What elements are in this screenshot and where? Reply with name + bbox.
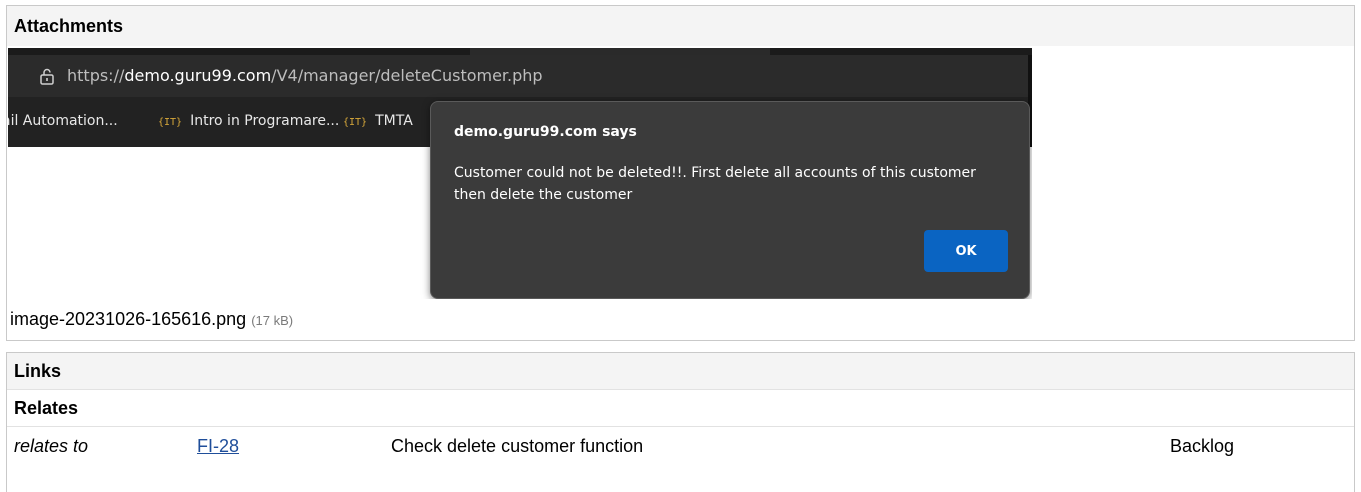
browser-address-bar: https://demo.guru99.com/V4/manager/delet…	[8, 55, 1032, 97]
bookmark-favicon-icon: {IT}	[343, 117, 368, 128]
bookmark-item: ail Automation...	[8, 113, 118, 129]
dialog-title: demo.guru99.com says	[454, 124, 637, 140]
bookmark-favicon-icon: {IT}	[158, 117, 183, 128]
linked-issue-key[interactable]: FI-28	[197, 436, 239, 457]
lock-icon	[40, 68, 54, 85]
linked-issue-status: Backlog	[1170, 436, 1235, 456]
links-panel: Links Relates relates to FI-28 Check del…	[6, 352, 1355, 492]
address-url: https://demo.guru99.com/V4/manager/delet…	[67, 66, 543, 85]
attachment-thumbnail[interactable]: https://demo.guru99.com/V4/manager/delet…	[8, 48, 1032, 299]
alert-dialog: demo.guru99.com says Customer could not …	[430, 101, 1030, 299]
linked-issue-summary: Check delete customer function	[391, 436, 644, 456]
attachments-panel: Attachments https://demo.guru99.com/V4/m…	[6, 5, 1355, 341]
link-relation: relates to	[14, 436, 89, 456]
links-header: Links	[7, 353, 1354, 390]
bookmark-item: {IT} Intro in Programare...	[158, 113, 340, 129]
browser-tab-strip	[8, 48, 1032, 55]
dialog-message: Customer could not be deleted!!. First d…	[454, 165, 976, 203]
attachment-filesize: (17 kB)	[251, 313, 294, 328]
attachments-header: Attachments	[7, 6, 1354, 46]
links-group-relates: Relates	[7, 390, 1354, 427]
link-row: relates to FI-28 Check delete customer f…	[7, 427, 1354, 463]
dialog-ok-button: OK	[924, 230, 1008, 272]
attachment-filename[interactable]: image-20231026-165616.png	[10, 309, 246, 329]
bookmark-item: {IT} TMTA	[343, 113, 413, 129]
attachment-caption: image-20231026-165616.png (17 kB)	[10, 309, 293, 330]
